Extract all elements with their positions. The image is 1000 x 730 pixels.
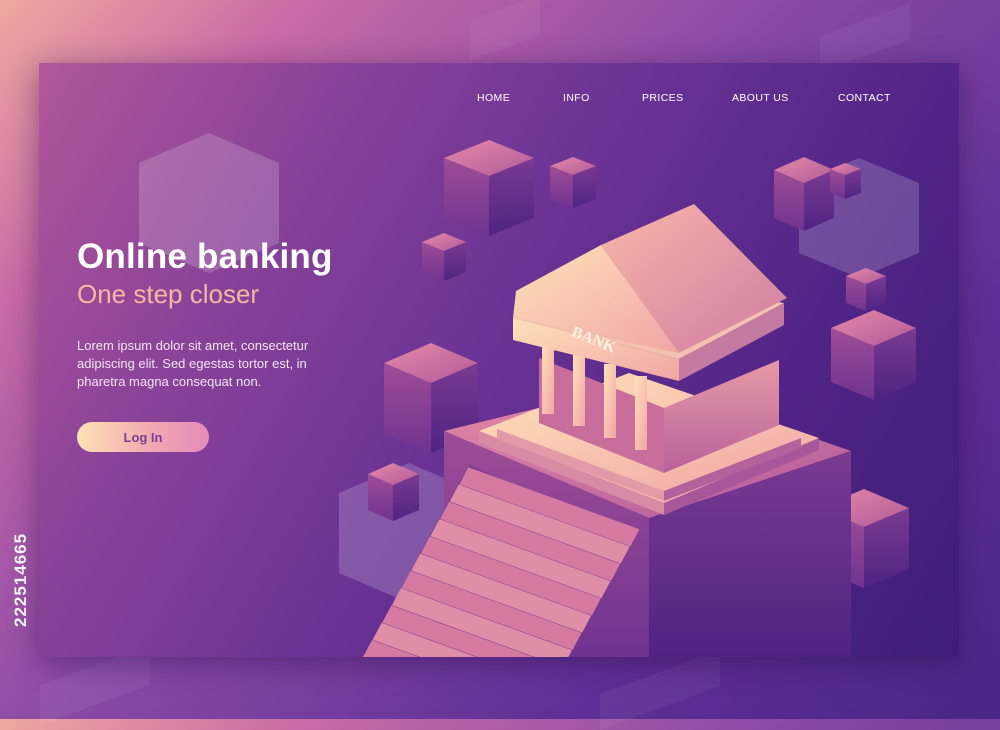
staircase [363, 465, 640, 657]
floating-cube [384, 343, 478, 453]
stair-step [420, 536, 601, 616]
stair-step [430, 519, 611, 599]
floating-cube [774, 157, 834, 231]
stair-step [401, 570, 582, 650]
bank-pedestal [444, 381, 851, 657]
floating-cube [550, 157, 596, 208]
floating-cube [444, 140, 534, 236]
stair-step [372, 622, 477, 657]
stock-id-label: 222514665 [11, 532, 30, 628]
hero-body-text: Lorem ipsum dolor sit amet, consectetur … [77, 338, 309, 389]
stair-step [411, 553, 592, 633]
hero-subtitle: One step closer [77, 279, 260, 309]
background-cube [470, 0, 540, 61]
stair-step [391, 588, 572, 657]
top-navigation: HOME INFO PRICES ABOUT US CONTACT [39, 92, 959, 106]
stair-step [449, 484, 630, 564]
stair-step [440, 501, 621, 581]
floating-cube [846, 268, 886, 311]
floating-cube [830, 163, 861, 199]
nav-item-contact[interactable]: CONTACT [838, 92, 891, 104]
bank-sign: BANK [569, 323, 619, 356]
stair-step [382, 605, 534, 657]
nav-item-info[interactable]: INFO [563, 92, 590, 104]
hero-title: Online banking [77, 237, 333, 276]
login-button[interactable]: Log In [77, 422, 209, 452]
floating-cube [422, 233, 466, 281]
floating-cube [368, 463, 419, 521]
stair-step [459, 467, 640, 547]
nav-item-home[interactable]: HOME [477, 92, 510, 104]
background-cube [600, 650, 720, 730]
bank-building: BANK [513, 204, 787, 473]
floating-cube [819, 489, 909, 588]
nav-item-prices[interactable]: PRICES [642, 92, 684, 104]
floating-cube [831, 310, 916, 400]
landing-page-card: HOME INFO PRICES ABOUT US CONTACT Online… [39, 63, 959, 657]
nav-item-about-us[interactable]: ABOUT US [732, 92, 789, 104]
bank-steps [479, 373, 819, 515]
stair-step [363, 640, 419, 657]
floating-cube [777, 562, 831, 618]
